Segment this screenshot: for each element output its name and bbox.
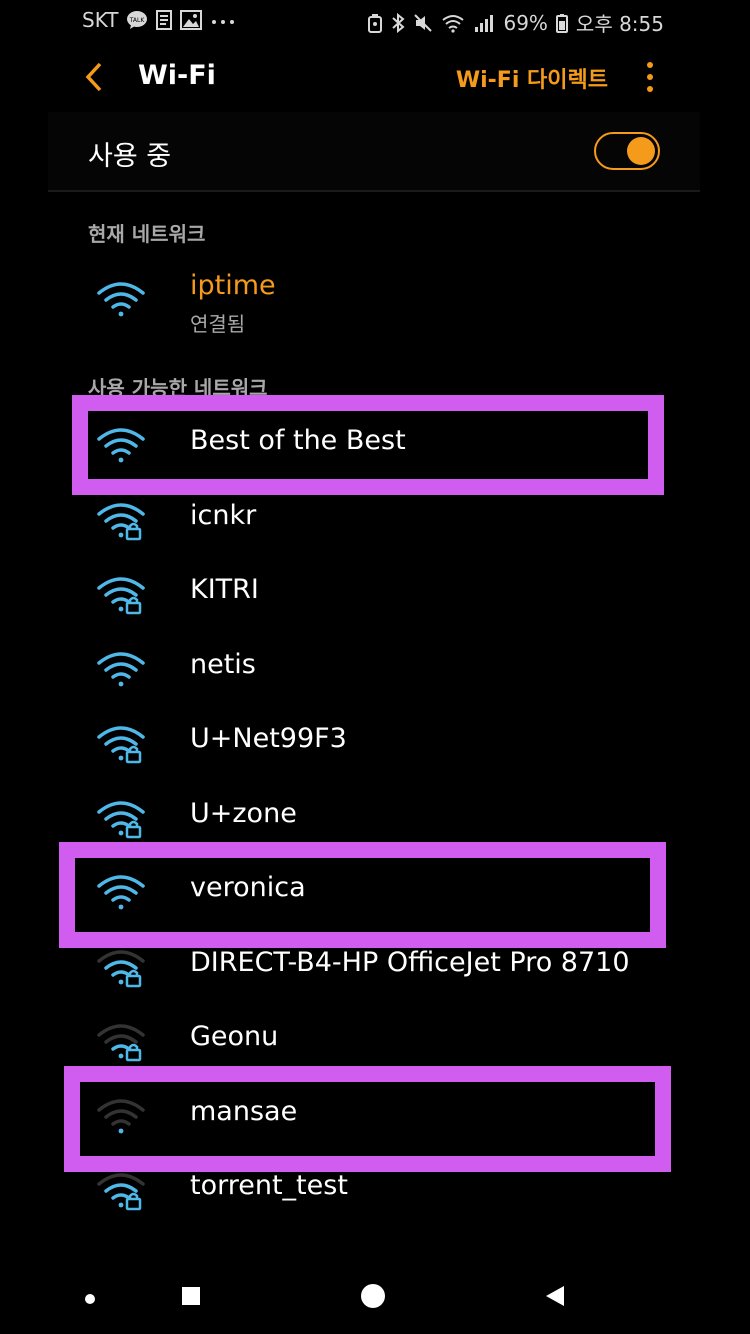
more-dot-icon [647, 74, 653, 80]
app-bar: Wi-Fi Wi-Fi 다이렉트 [0, 40, 750, 112]
kakaotalk-icon: TALK [126, 10, 148, 30]
more-options-button[interactable] [638, 60, 662, 94]
wifi-lock-icon [97, 502, 145, 540]
network-name: veronica [190, 872, 306, 903]
network-name: Best of the Best [190, 425, 406, 456]
network-name: netis [190, 648, 256, 680]
network-name: Geonu [190, 1021, 279, 1052]
network-name: DIRECT-B4-HP OfficeJet Pro 8710 [190, 946, 630, 978]
home-button[interactable] [360, 1283, 386, 1313]
wifi-toggle[interactable] [594, 132, 660, 170]
network-row[interactable]: torrent_test [48, 1153, 700, 1227]
toggle-knob [627, 137, 655, 165]
navigation-bar [0, 1258, 750, 1334]
network-row[interactable]: veronica [48, 855, 700, 929]
wifi-icon [97, 428, 145, 463]
network-row[interactable]: netis [48, 632, 700, 706]
triangle-back-icon [546, 1286, 564, 1306]
circle-icon [361, 1284, 385, 1308]
network-name: U+Net99F3 [190, 723, 347, 754]
dot-icon [85, 1294, 95, 1304]
network-row[interactable]: icnkr [48, 483, 700, 557]
more-notifications-icon [210, 10, 236, 30]
wifi-direct-button[interactable]: Wi-Fi 다이렉트 [456, 62, 608, 94]
wifi-lock-icon [97, 726, 145, 764]
cell-signal-icon [473, 13, 495, 33]
overview-button[interactable] [181, 1286, 201, 1310]
battery-icon [555, 13, 568, 33]
current-network-status: 연결됨 [190, 312, 246, 336]
wifi-icon [97, 875, 145, 910]
wifi-lock-icon [97, 949, 145, 987]
wifi-status-icon [441, 13, 465, 33]
more-dot-icon [647, 62, 653, 68]
current-network-name: iptime [190, 270, 276, 301]
network-row[interactable]: U+Net99F3 [48, 706, 700, 780]
wifi-switch-label: 사용 중 [88, 141, 172, 172]
network-row[interactable]: Geonu [48, 1004, 700, 1078]
svg-text:TALK: TALK [129, 17, 146, 24]
network-row[interactable]: mansae [48, 1079, 700, 1153]
network-name: U+zone [190, 797, 297, 829]
network-row[interactable]: U+zone [48, 781, 700, 855]
battery-percent: 69% [503, 10, 548, 35]
wifi-lock-icon [97, 577, 145, 615]
mute-icon [413, 13, 433, 33]
current-network-row[interactable]: iptime 연결됨 [48, 262, 700, 342]
wifi-master-switch-row[interactable]: 사용 중 [48, 112, 700, 192]
network-row[interactable]: KITRI [48, 557, 700, 631]
clock: 오후 8:55 [575, 12, 664, 36]
square-icon [182, 1287, 200, 1305]
back-button[interactable] [78, 58, 112, 96]
chevron-left-icon [85, 62, 102, 92]
available-networks-header: 사용 가능한 네트워크 [88, 376, 268, 400]
carrier-label: SKT [82, 8, 119, 32]
wifi-icon [97, 1098, 145, 1133]
network-name: KITRI [190, 574, 259, 605]
network-row[interactable]: DIRECT-B4-HP OfficeJet Pro 8710 [48, 930, 700, 1004]
more-dot-icon [647, 86, 653, 92]
network-row[interactable]: Best of the Best [48, 408, 700, 482]
wifi-lock-icon [97, 800, 145, 838]
recent-apps-dot-button[interactable] [84, 1290, 96, 1309]
back-nav-button[interactable] [544, 1285, 566, 1311]
current-network-header: 현재 네트워크 [88, 222, 206, 246]
network-name: icnkr [190, 499, 257, 531]
bluetooth-icon [391, 12, 406, 33]
alarm-icon [367, 13, 383, 33]
wifi-lock-icon [97, 1173, 145, 1211]
wifi-icon [97, 651, 145, 686]
gallery-icon [180, 10, 203, 30]
wifi-icon [97, 282, 145, 317]
wifi-lock-icon [97, 1024, 145, 1062]
page-title: Wi-Fi [138, 60, 216, 91]
status-bar: SKT TALK 69% 오후 8:55 [0, 0, 750, 40]
network-name: mansae [190, 1095, 298, 1127]
network-name: torrent_test [190, 1170, 348, 1201]
memo-icon [156, 10, 173, 30]
